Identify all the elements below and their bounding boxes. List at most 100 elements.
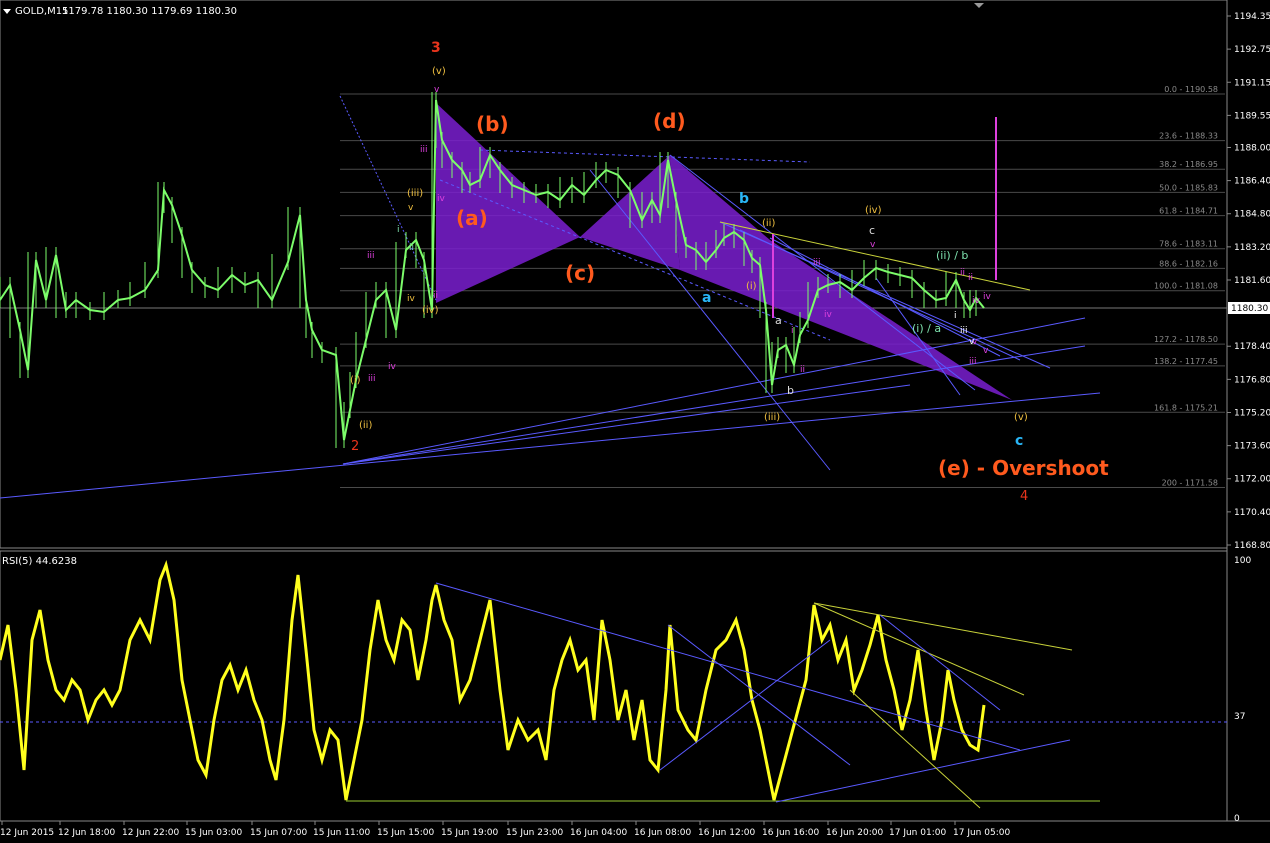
time-axis-label: 17 Jun 01:00 — [889, 828, 946, 838]
time-axis-label: 16 Jun 12:00 — [698, 828, 755, 838]
chart-symbol: GOLD,M15 — [15, 6, 68, 17]
last-price-label: 1180.30 — [1231, 304, 1268, 314]
wave-label: (e) - Overshoot — [938, 456, 1109, 480]
wave-label: (v) — [432, 66, 446, 77]
price-axis-label: 1184.80 — [1234, 210, 1270, 220]
price-axis-label: 1186.40 — [1234, 177, 1270, 187]
time-axis-label: 15 Jun 07:00 — [250, 828, 307, 838]
wave-label: (iv) — [865, 205, 882, 216]
fib-level-label: 100.0 - 1181.08 — [1154, 282, 1218, 291]
wave-sub-label: v — [870, 240, 876, 250]
price-axis-label: 1189.55 — [1234, 111, 1270, 121]
wave-sub-label: iii — [960, 326, 968, 336]
fib-level-label: 161.8 - 1175.21 — [1154, 403, 1218, 412]
wave-label: (iii) — [407, 188, 423, 199]
time-axis-label: 15 Jun 15:00 — [377, 828, 434, 838]
time-axis-label: 16 Jun 08:00 — [634, 828, 691, 838]
wave-label: (ii) / b — [936, 249, 968, 262]
wave-label: (d) — [653, 109, 686, 133]
time-axis-label: 15 Jun 23:00 — [506, 828, 563, 838]
time-axis-label: 16 Jun 04:00 — [570, 828, 627, 838]
wave-label: a — [702, 290, 711, 306]
time-axis-label: 12 Jun 22:00 — [122, 828, 179, 838]
fib-level-label: 127.2 - 1178.50 — [1154, 335, 1218, 344]
wave-sub-label: iii — [420, 145, 428, 155]
wave-label: b — [787, 384, 794, 397]
wave-sub-label: iv — [407, 294, 416, 304]
fib-level-label: 0.0 - 1190.58 — [1164, 85, 1218, 94]
wave-sub-label: iii — [367, 251, 375, 261]
fib-level-label: 61.8 - 1184.71 — [1159, 207, 1218, 216]
time-axis-label: 15 Jun 19:00 — [441, 828, 498, 838]
price-axis-label: 1191.15 — [1234, 78, 1270, 88]
wave-sub-label: ii — [800, 365, 805, 375]
wave-sub-label: iv — [824, 310, 833, 320]
wave-label: 3 — [431, 40, 441, 56]
chart-ohlc: 1179.78 1180.30 1179.69 1180.30 — [62, 6, 237, 17]
wave-label: c — [1015, 433, 1023, 449]
wave-sub-label: v — [969, 337, 975, 347]
time-axis-label: 12 Jun 18:00 — [58, 828, 115, 838]
price-axis-label: 1175.20 — [1234, 408, 1270, 418]
wave-sub-label: v — [434, 85, 440, 95]
fib-level-label: 38.2 - 1186.95 — [1159, 160, 1218, 169]
time-axis-label: 16 Jun 16:00 — [762, 828, 819, 838]
rsi-title: RSI(5) 44.6238 — [2, 556, 77, 567]
wave-label: (v) — [1014, 412, 1028, 423]
wave-sub-label: v — [408, 203, 414, 213]
wave-label: (iv) — [422, 305, 439, 316]
fib-level-label: 23.6 - 1188.33 — [1159, 132, 1218, 141]
wave-sub-label: v — [983, 346, 989, 356]
price-axis-label: 1188.00 — [1234, 143, 1270, 153]
wave-sub-label: iv — [983, 292, 992, 302]
wave-label: 2 — [351, 439, 359, 454]
fib-level-label: 50.0 - 1185.83 — [1159, 183, 1218, 192]
wave-sub-label: ii — [409, 243, 414, 253]
wave-sub-label: iv — [388, 362, 397, 372]
wave-sub-label: ii — [960, 268, 965, 278]
wave-sub-label: ii — [968, 273, 973, 283]
time-axis-label: 17 Jun 05:00 — [953, 828, 1010, 838]
wave-sub-label: iv — [972, 296, 981, 306]
wave-sub-label: iii — [969, 357, 977, 367]
price-axis-label: 1176.80 — [1234, 375, 1270, 385]
wave-label: (c) — [565, 261, 595, 285]
time-axis-label: 15 Jun 11:00 — [313, 828, 370, 838]
fib-level-label: 78.6 - 1183.11 — [1159, 240, 1218, 249]
time-axis-label: 16 Jun 20:00 — [826, 828, 883, 838]
fib-level-label: 200 - 1171.58 — [1162, 478, 1218, 487]
wave-label: b — [739, 191, 749, 207]
price-axis-label: 1181.60 — [1234, 276, 1270, 286]
wave-label: (i) — [746, 281, 757, 292]
wave-label: c — [869, 224, 875, 237]
time-axis-label: 12 Jun 2015 — [0, 828, 54, 838]
wave-sub-label: i — [791, 326, 794, 336]
wave-label: (ii) — [359, 420, 372, 431]
price-axis-label: 1183.20 — [1234, 243, 1270, 253]
price-axis-label: 1192.75 — [1234, 45, 1270, 55]
fib-level-label: 88.6 - 1182.16 — [1159, 259, 1218, 268]
price-axis-label: 1170.40 — [1234, 508, 1270, 518]
fib-level-label: 138.2 - 1177.45 — [1154, 357, 1218, 366]
price-axis-label: 1178.40 — [1234, 342, 1270, 352]
wave-label: a — [775, 314, 782, 327]
wave-label: (i) / a — [912, 322, 941, 335]
wave-sub-label: iii — [813, 258, 821, 268]
rsi-axis-label: 37 — [1234, 712, 1245, 722]
time-axis-label: 15 Jun 03:00 — [185, 828, 242, 838]
price-axis-label: 1194.35 — [1234, 12, 1270, 22]
wave-label: (ii) — [762, 218, 775, 229]
rsi-axis-label: 0 — [1234, 814, 1240, 824]
wave-label: (b) — [476, 112, 509, 136]
wave-sub-label: ii — [433, 291, 438, 301]
wave-label: 4 — [1020, 489, 1028, 504]
wave-label: (a) — [456, 206, 488, 230]
price-axis-label: 1168.80 — [1234, 541, 1270, 551]
rsi-axis-label: 100 — [1234, 556, 1251, 566]
wave-sub-label: i — [397, 225, 400, 235]
price-axis-label: 1173.60 — [1234, 442, 1270, 452]
wave-sub-label: iii — [368, 374, 376, 384]
wave-sub-label: iv — [437, 194, 446, 204]
price-axis-label: 1172.00 — [1234, 475, 1270, 485]
chart-window[interactable]: 0.0 - 1190.58 23.6 - 1188.33 38.2 - 1186.9… — [0, 0, 1270, 839]
